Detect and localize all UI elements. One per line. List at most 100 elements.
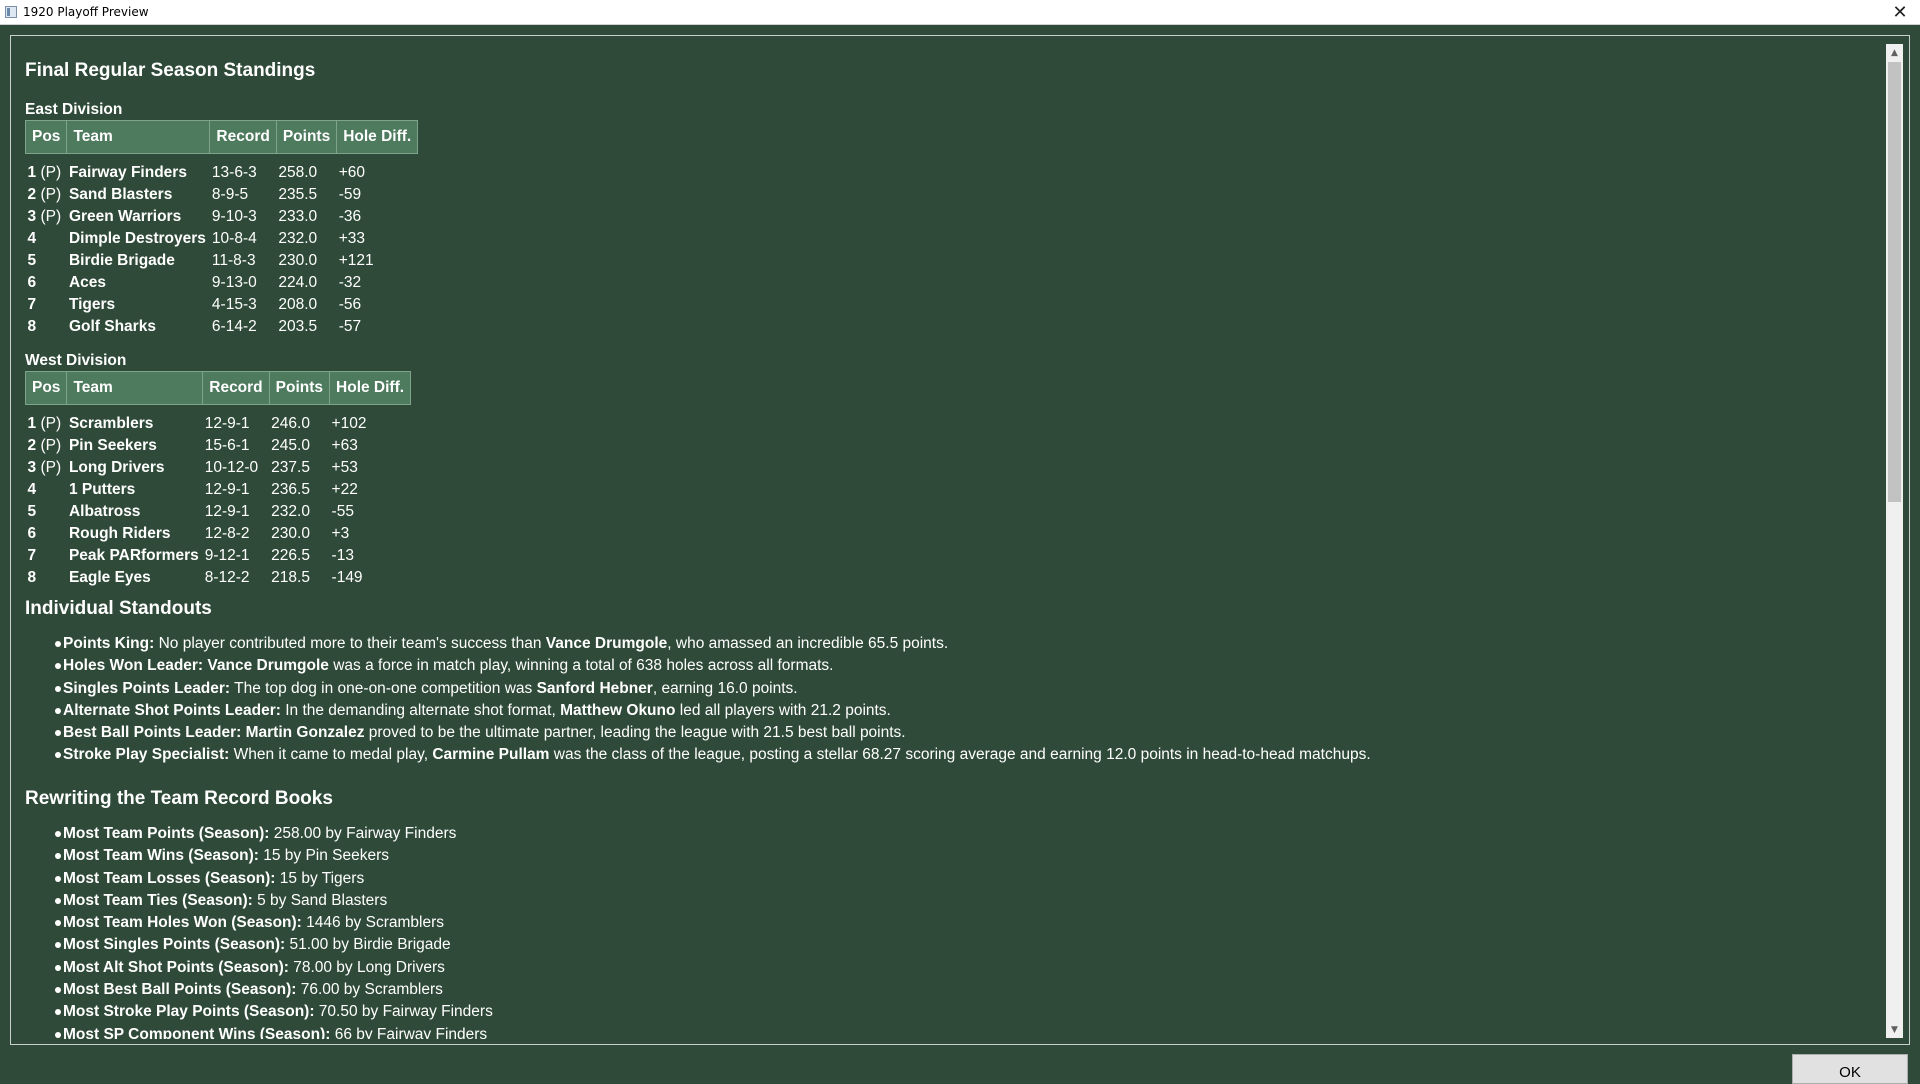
hole-diff-cell: -13 [331,547,354,564]
standouts-section: Individual Standouts Points King: No pla… [25,598,1371,767]
col-hole-diff: Hole Diff. [336,120,419,154]
pos-cell: 8 [26,316,67,338]
player-name: Vance Drumgole [207,657,329,675]
record-cell: 12-9-1 [204,481,250,498]
report-panel: Final Regular Season Standings East Divi… [10,35,1910,1045]
record-value: 66 by Fairway Finders [330,1025,488,1039]
pos-cell: 3 (P) [26,206,67,228]
player-name: Martin Gonzalez [245,724,365,742]
pos-number: 2 [27,186,37,203]
scroll-up-arrow-icon[interactable]: ▲ [1886,44,1903,61]
record-label: Most Team Ties (Season): [63,891,253,909]
hole-diff-cell: +53 [331,459,358,476]
record-cell: 13-6-3 [211,164,257,181]
table-row: 2 (P) Pin Seekers 15-6-1 245.0 +63 [26,435,411,457]
pos-cell: 4 [26,228,67,250]
record-cell: 8-9-5 [211,186,249,203]
list-item: Holes Won Leader: Vance Drumgole was a f… [25,655,1371,677]
pos-number: 6 [27,525,37,542]
item-text: In the demanding alternate shot format, [280,701,561,719]
record-value: 15 by Pin Seekers [258,847,390,865]
hole-diff-cell: -57 [338,318,362,335]
hole-diff-cell: +102 [331,415,367,432]
pos-cell: 1 (P) [26,405,67,436]
item-label: Singles Points Leader: [63,679,231,697]
points-cell: 230.0 [278,252,318,269]
player-name: Sanford Hebner [536,679,653,697]
playoff-tag: (P) [40,437,62,454]
points-cell: 232.0 [271,503,310,520]
pos-number: 5 [27,252,37,269]
record-label: Most Best Ball Points (Season): [63,981,297,999]
record-value: 258.00 by Fairway Finders [269,825,457,842]
pos-number: 8 [27,318,37,335]
hole-diff-cell: -56 [338,296,362,313]
table-row: 8 Golf Sharks 6-14-2 203.5 -57 [26,316,418,338]
team-cell: Dimple Destroyers [68,230,206,247]
col-points: Points [268,371,331,405]
hole-diff-cell: +63 [331,437,358,454]
points-cell: 233.0 [278,208,318,225]
pos-number: 1 [27,164,37,181]
scroll-thumb[interactable] [1888,62,1901,502]
east-standings-table: Pos Team Record Points Hole Diff. 1 (P) F… [25,120,419,338]
standouts-list: Points King: No player contributed more … [25,633,1371,767]
team-cell: Aces [68,274,106,291]
pos-number: 7 [27,296,37,313]
east-division-title: East Division [25,101,123,118]
list-item: Most Alt Shot Points (Season): 78.00 by … [25,957,493,979]
hole-diff-cell: -36 [338,208,362,225]
team-cell: 1 Putters [68,481,136,498]
playoff-tag: (P) [40,208,62,225]
pos-cell: 6 [26,272,67,294]
pos-cell: 6 [26,523,67,545]
col-record: Record [202,371,270,405]
pos-cell: 5 [26,501,67,523]
west-division-title: West Division [25,352,127,369]
record-value: 1446 by Scramblers [301,914,444,932]
table-row: 1 (P) Scramblers 12-9-1 246.0 +102 [26,405,411,436]
records-section: Rewriting the Team Record Books Most Tea… [25,788,493,1039]
west-standings-table: Pos Team Record Points Hole Diff. 1 (P) S… [25,371,412,589]
vertical-scrollbar[interactable]: ▲ ▼ [1886,44,1903,1038]
record-label: Most Stroke Play Points (Season): [63,1003,315,1021]
record-value: 76.00 by Scramblers [296,981,443,999]
points-cell: 245.0 [271,437,310,454]
record-cell: 15-6-1 [204,437,250,454]
table-row: 4 Dimple Destroyers 10-8-4 232.0 +33 [26,228,418,250]
item-text: proved to be the ultimate partner, leadi… [364,724,906,742]
team-cell: Long Drivers [68,459,165,476]
team-cell: Birdie Brigade [68,252,175,269]
table-row: 1 (P) Fairway Finders 13-6-3 258.0 +60 [26,154,418,185]
points-cell: 230.0 [271,525,310,542]
pos-number: 3 [27,459,37,476]
points-cell: 237.5 [271,459,310,476]
points-cell: 258.0 [278,164,318,181]
record-cell: 10-12-0 [204,459,259,476]
team-cell: Green Warriors [68,208,182,225]
points-cell: 226.5 [271,547,310,564]
record-label: Most SP Component Wins (Season): [63,1025,331,1039]
col-team: Team [66,371,204,405]
playoff-tag: (P) [40,415,62,432]
col-record: Record [209,120,277,154]
list-item: Stroke Play Specialist: When it came to … [25,744,1371,766]
list-item: Most Team Points (Season): 258.00 by Fai… [25,823,493,845]
table-row: 8 Eagle Eyes 8-12-2 218.5 -149 [26,567,411,589]
list-item: Points King: No player contributed more … [25,633,1371,655]
col-team: Team [66,120,211,154]
record-label: Most Team Holes Won (Season): [63,914,302,932]
record-cell: 12-8-2 [204,525,250,542]
standouts-heading: Individual Standouts [25,598,212,619]
table-row: 5 Birdie Brigade 11-8-3 230.0 +121 [26,250,418,272]
team-cell: Peak PARformers [68,547,199,564]
item-text: The top dog in one-on-one competition wa… [230,679,537,697]
list-item: Alternate Shot Points Leader: In the dem… [25,700,1371,722]
points-cell: 236.5 [271,481,310,498]
points-cell: 246.0 [271,415,310,432]
close-icon[interactable]: ✕ [1880,0,1920,24]
record-value: 78.00 by Long Drivers [288,958,445,976]
scroll-down-arrow-icon[interactable]: ▼ [1886,1021,1903,1038]
hole-diff-cell: -55 [331,503,354,520]
player-name: Matthew Okuno [560,701,676,719]
